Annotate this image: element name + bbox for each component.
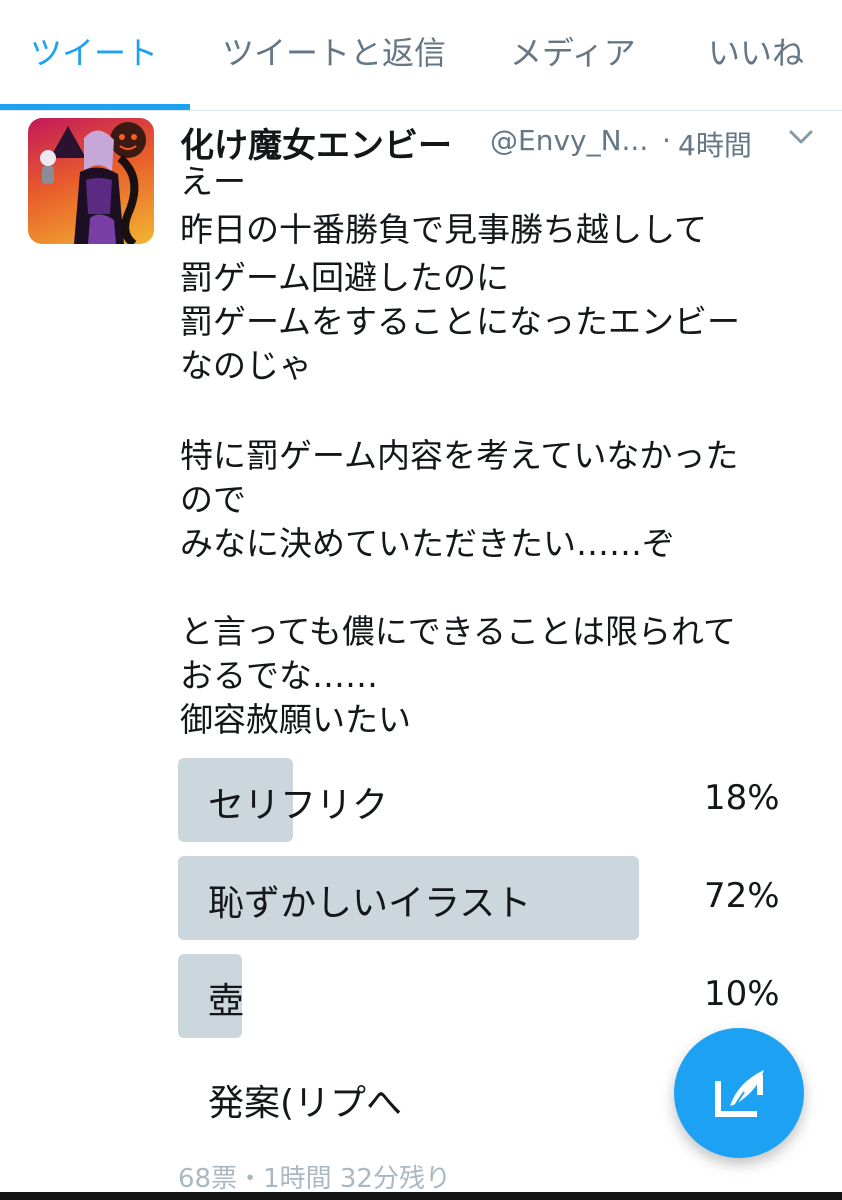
tweet-text-line: えー bbox=[180, 162, 246, 201]
tab-media[interactable]: メディア bbox=[510, 28, 636, 74]
tab-likes[interactable]: いいね bbox=[708, 28, 804, 74]
tweet-text-line: 罰ゲーム回避したのに bbox=[180, 258, 510, 297]
tweet-text-line: ので bbox=[180, 480, 246, 519]
avatar[interactable] bbox=[28, 118, 154, 244]
meta-separator: · bbox=[662, 124, 671, 157]
poll-option[interactable]: セリフリク 18% bbox=[178, 758, 818, 842]
poll-option-label: セリフリク bbox=[208, 785, 389, 826]
poll-option[interactable]: 恥ずかしいイラスト 72% bbox=[178, 856, 818, 940]
tweet-text-line: 御容赦願いたい bbox=[180, 700, 411, 739]
poll-option-percent: 10% bbox=[704, 974, 780, 1014]
compose-tweet-button[interactable] bbox=[674, 1028, 804, 1158]
poll-option-percent: 72% bbox=[704, 876, 780, 916]
poll-write-in-option[interactable]: 発案(リプへ bbox=[208, 1074, 402, 1126]
avatar-image bbox=[40, 122, 146, 244]
tweet-text-line: と言っても儂にできることは限られて bbox=[180, 612, 737, 651]
user-handle[interactable]: @Envy_N... bbox=[490, 124, 648, 157]
tweet-text-line: 昨日の十番勝負で見事勝ち越しして bbox=[180, 210, 708, 249]
poll-option-percent: 18% bbox=[704, 778, 780, 818]
tweet-text-line: なのじゃ bbox=[180, 346, 312, 385]
active-tab-indicator bbox=[0, 104, 190, 110]
screen-bottom-edge bbox=[0, 1192, 842, 1200]
tab-tweets-and-replies[interactable]: ツイートと返信 bbox=[222, 28, 446, 74]
profile-tabs: ツイート ツイートと返信 メディア いいね bbox=[0, 0, 842, 111]
tweet-text-line: 特に罰ゲーム内容を考えていなかった bbox=[180, 436, 739, 475]
poll-status: 68票・1時間 32分残り bbox=[178, 1164, 451, 1194]
tab-tweets[interactable]: ツイート bbox=[30, 28, 158, 74]
poll-option-label: 恥ずかしいイラスト bbox=[208, 883, 532, 924]
chevron-down-icon[interactable] bbox=[786, 122, 816, 152]
poll-option-label: 壺 bbox=[208, 981, 245, 1022]
tweet-text-line: 罰ゲームをすることになったエンビー bbox=[180, 302, 741, 341]
tweet-text-line: みなに決めていただきたい……ぞ bbox=[180, 524, 675, 563]
tweet-timestamp[interactable]: 4時間 bbox=[678, 124, 752, 164]
tweet-text-line: おるでな…… bbox=[180, 656, 378, 695]
compose-tweet-icon bbox=[715, 1070, 764, 1117]
poll-option[interactable]: 壺 10% bbox=[178, 954, 818, 1038]
